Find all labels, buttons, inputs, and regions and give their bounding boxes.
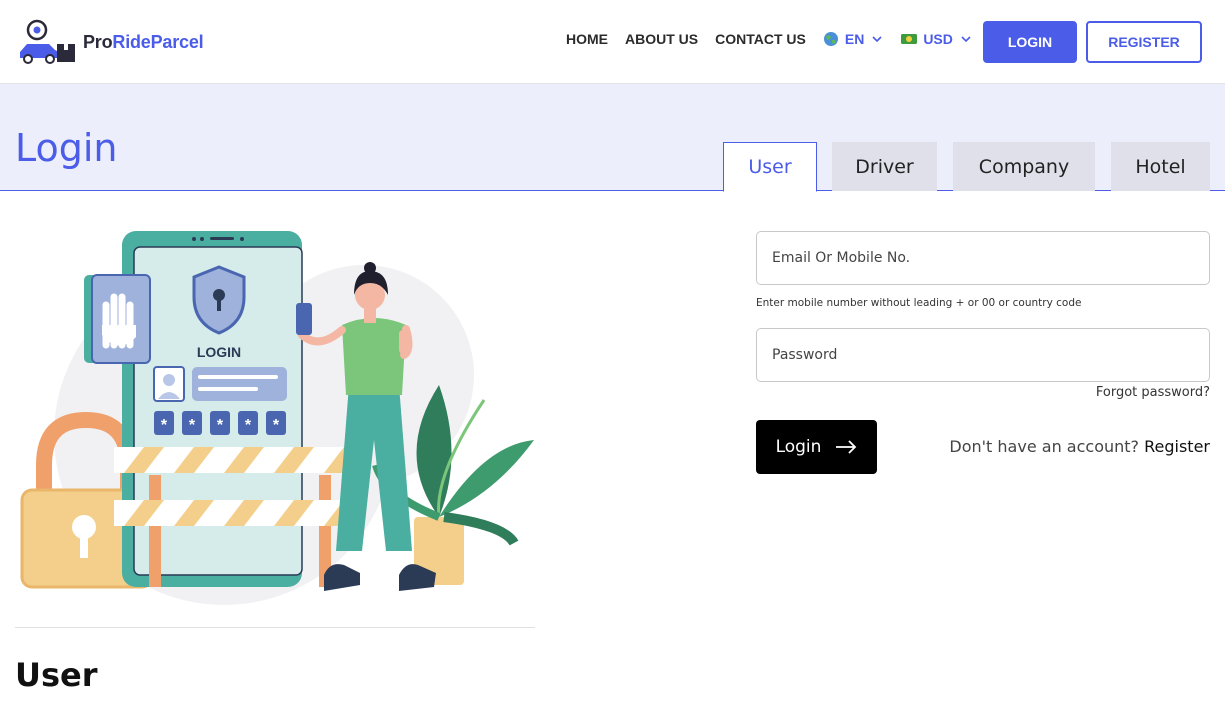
login-submit-label: Login: [775, 437, 822, 457]
tab-driver[interactable]: Driver: [832, 142, 937, 191]
login-banner: Login User Driver Company Hotel: [0, 84, 1225, 192]
tab-user[interactable]: User: [723, 142, 817, 192]
no-account-text: Don't have an account? Register: [949, 437, 1210, 456]
globe-icon: [823, 32, 838, 46]
main-nav: HOME ABOUT US CONTACT US EN USD: [566, 31, 990, 47]
header-login-button[interactable]: LOGIN: [983, 21, 1077, 63]
section-title: User: [15, 656, 98, 694]
chevron-down-icon: [961, 36, 971, 43]
password-char: *: [217, 417, 224, 434]
site-header: ProRideParcel HOME ABOUT US CONTACT US E…: [0, 0, 1225, 84]
tab-company[interactable]: Company: [953, 142, 1095, 191]
login-illustration: LOGIN * * * * *: [20, 231, 534, 605]
header-register-button[interactable]: REGISTER: [1086, 21, 1202, 63]
section-divider: [15, 627, 535, 628]
forgot-password-link[interactable]: Forgot password?: [1096, 385, 1210, 400]
currency-value: USD: [923, 31, 953, 47]
logo-icon: [20, 19, 75, 64]
logo-text-ride: RideParcel: [112, 31, 204, 52]
logo-text-pro: Pro: [83, 31, 113, 52]
logo[interactable]: ProRideParcel: [15, 18, 204, 66]
chevron-down-icon: [872, 36, 882, 43]
illustration-login-label: LOGIN: [197, 344, 241, 360]
logo-text: ProRideParcel: [83, 31, 204, 53]
password-char: *: [161, 417, 168, 434]
email-mobile-input[interactable]: [756, 231, 1210, 285]
password-char: *: [273, 417, 280, 434]
password-input[interactable]: [756, 328, 1210, 382]
password-char: *: [189, 417, 196, 434]
language-dropdown[interactable]: EN: [823, 31, 883, 47]
hand-stop-icon: [84, 274, 151, 364]
page-title: Login: [15, 126, 118, 170]
no-account-label: Don't have an account?: [949, 437, 1140, 456]
tab-hotel[interactable]: Hotel: [1111, 142, 1210, 191]
currency-dropdown[interactable]: USD: [901, 31, 972, 47]
nav-about-link[interactable]: ABOUT US: [625, 31, 698, 47]
money-icon: [901, 34, 918, 44]
nav-contact-link[interactable]: CONTACT US: [715, 31, 806, 47]
register-link[interactable]: Register: [1144, 437, 1210, 456]
arrow-right-icon: [836, 440, 857, 454]
nav-home-link[interactable]: HOME: [566, 31, 608, 47]
login-submit-button[interactable]: Login: [756, 420, 877, 474]
language-value: EN: [844, 31, 865, 47]
mobile-hint: Enter mobile number without leading + or…: [756, 297, 1082, 309]
password-char: *: [245, 417, 252, 434]
